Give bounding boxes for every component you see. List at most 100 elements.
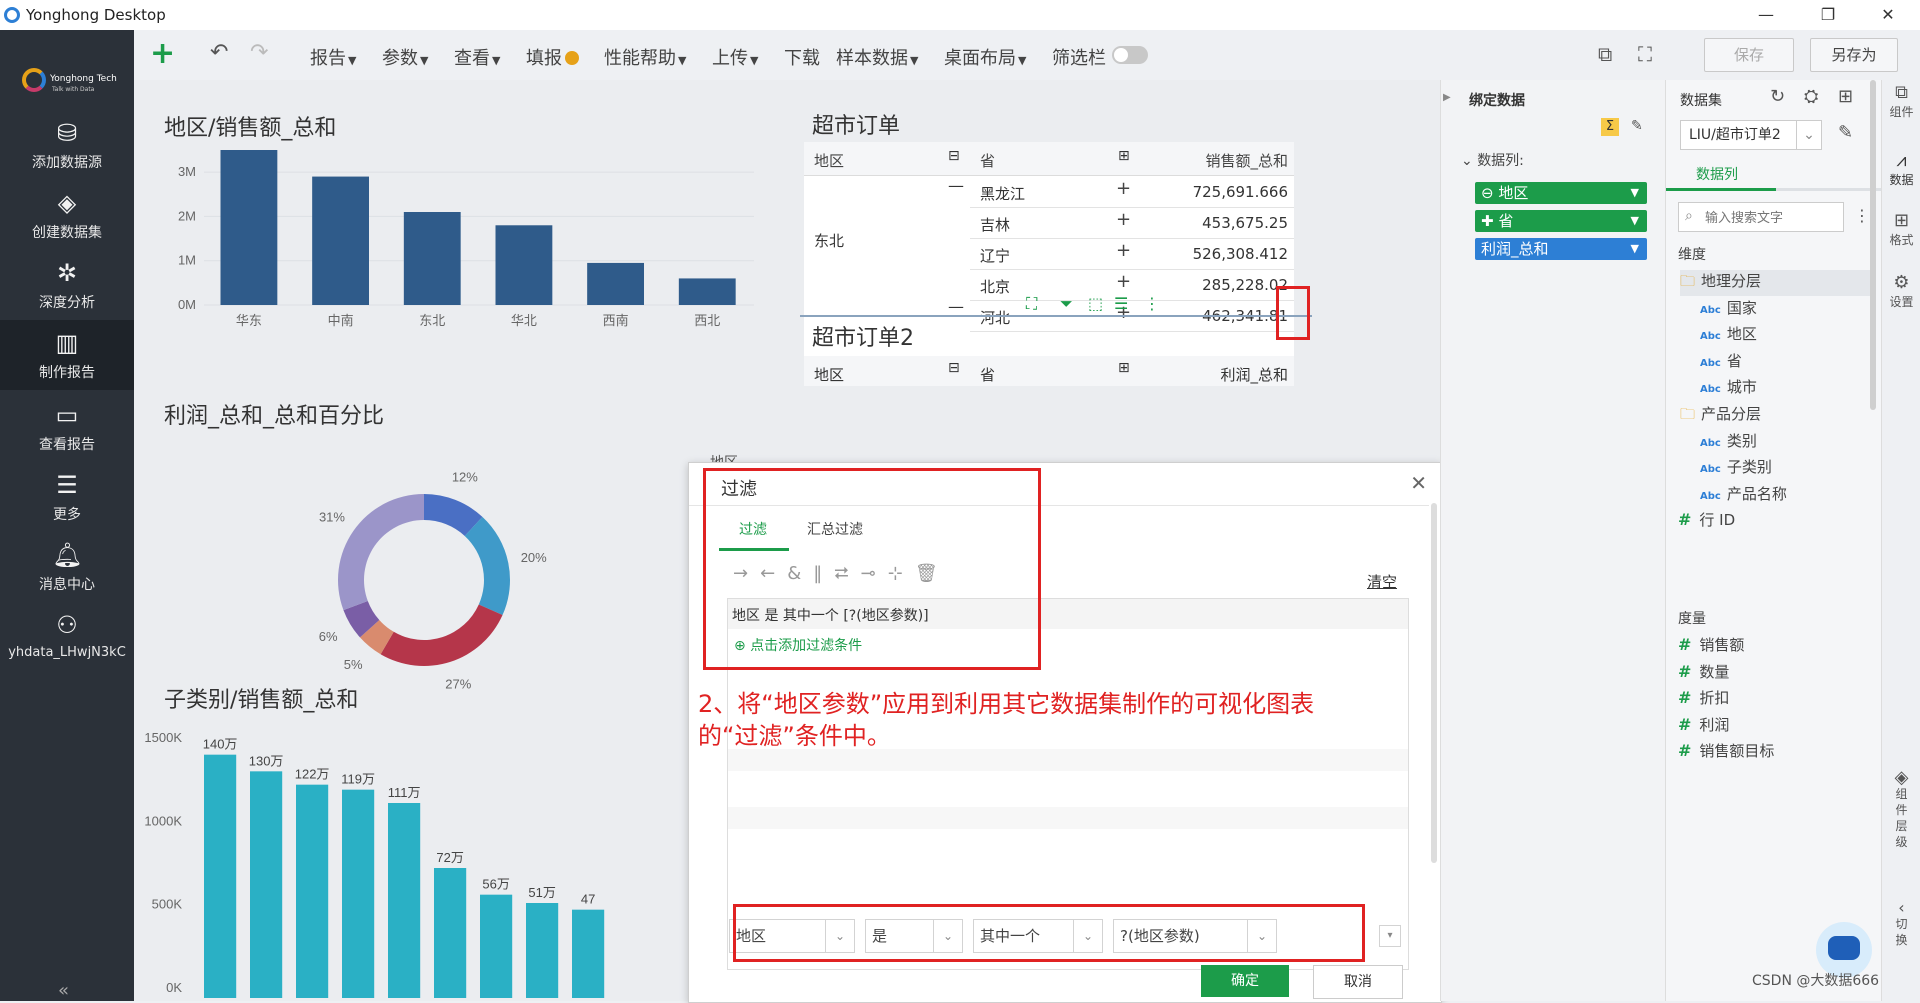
collapse-icon[interactable]: ⊟ bbox=[948, 148, 960, 164]
measure-item[interactable]: # 销售额目标 bbox=[1678, 740, 1774, 761]
expand-icon[interactable]: + bbox=[1116, 209, 1131, 230]
dimension-item[interactable]: Abc 省 bbox=[1700, 350, 1742, 371]
add-dataset-icon[interactable]: ⊞ bbox=[1838, 86, 1853, 107]
nav-add-datasource[interactable]: ⛁ 添加数据源 bbox=[0, 110, 134, 176]
fullscreen-icon[interactable]: ⛶ bbox=[1638, 42, 1652, 66]
bar[interactable] bbox=[388, 803, 421, 998]
component-layers-button[interactable]: ◈ 组件层级 bbox=[1882, 769, 1920, 850]
menu-sample-data[interactable]: 样本数据 ▼ bbox=[836, 44, 918, 70]
bar[interactable] bbox=[312, 176, 369, 305]
expand-icon[interactable]: + bbox=[1116, 240, 1131, 261]
table-header-cell[interactable]: 销售额_总和 bbox=[1140, 142, 1294, 176]
tab-data-columns[interactable]: 数据列 bbox=[1696, 164, 1738, 184]
minus-icon[interactable]: — bbox=[948, 176, 964, 195]
donut-slice[interactable] bbox=[464, 516, 510, 616]
bar[interactable] bbox=[220, 150, 278, 305]
filter-icon[interactable]: ⏷ bbox=[1060, 294, 1073, 314]
cancel-button[interactable]: 取消 bbox=[1313, 965, 1403, 999]
menu-view[interactable]: 查看 ▼ bbox=[454, 44, 500, 70]
table-row[interactable]: 吉林 + 453,675.25 bbox=[970, 207, 1294, 239]
dimension-item[interactable]: Abc 产品名称 bbox=[1700, 483, 1787, 504]
sigma-icon[interactable]: Σ bbox=[1601, 118, 1619, 136]
menu-upload[interactable]: 上传 ▼ bbox=[712, 44, 758, 70]
list-icon[interactable]: ☰ bbox=[1114, 294, 1128, 313]
bar[interactable] bbox=[296, 784, 329, 998]
save-button[interactable]: 保存 bbox=[1704, 38, 1794, 72]
bar[interactable] bbox=[250, 771, 283, 998]
bar[interactable] bbox=[403, 212, 461, 305]
more-options-icon[interactable]: ▾ bbox=[1379, 925, 1401, 947]
table-header-cell[interactable]: 省 bbox=[980, 364, 995, 385]
scrollbar[interactable] bbox=[1870, 80, 1876, 410]
dataset-select[interactable]: LIU/超市订单2 ⌄ bbox=[1680, 120, 1822, 150]
refresh-icon[interactable]: ↻ bbox=[1770, 86, 1785, 107]
menu-params[interactable]: 参数 ▼ bbox=[382, 44, 428, 70]
nav-view-report[interactable]: ▭ 查看报告 bbox=[0, 392, 134, 458]
bound-field-pill[interactable]: ⊖ 地区 ▼ bbox=[1475, 182, 1647, 204]
bar[interactable] bbox=[678, 278, 736, 305]
maximize-button[interactable]: ❐ bbox=[1808, 3, 1848, 27]
minus-icon[interactable]: — bbox=[948, 297, 964, 316]
nav-user[interactable]: ⚇ yhdata_LHwjN3kC bbox=[0, 602, 134, 668]
table-header-cell[interactable]: 地区 bbox=[814, 364, 844, 385]
expand-panel-icon[interactable]: ▶ bbox=[1443, 92, 1451, 103]
menu-desktop-layout[interactable]: 桌面布局 ▼ bbox=[944, 44, 1026, 70]
menu-download[interactable]: 下载 bbox=[784, 44, 820, 70]
expand-icon[interactable]: ⊞ bbox=[1118, 148, 1130, 164]
dimension-item[interactable]: Abc 国家 bbox=[1700, 297, 1757, 318]
data-button[interactable]: ⩘ 数据 bbox=[1882, 150, 1920, 200]
fullscreen-icon[interactable]: ⛶ bbox=[1026, 294, 1037, 314]
dimension-item[interactable]: 🗀 地理分层 bbox=[1680, 270, 1870, 296]
donut-slice[interactable] bbox=[380, 604, 503, 666]
bar[interactable] bbox=[204, 754, 237, 998]
table-header-cell[interactable]: 利润_总和 bbox=[1220, 364, 1288, 385]
bar[interactable] bbox=[587, 262, 644, 305]
subcategory-sales-bar-chart[interactable]: 1500K 1000K 500K 0K 140万 130万 122万 119万 111万 72万 5… bbox=[144, 708, 704, 1001]
component-button[interactable]: ⧉ 组件 bbox=[1882, 80, 1920, 130]
nav-deep-analysis[interactable]: ✲ 深度分析 bbox=[0, 250, 134, 316]
expand-icon[interactable]: + bbox=[1116, 178, 1131, 199]
bound-field-pill[interactable]: 利润_总和 ▼ bbox=[1475, 238, 1647, 260]
more-icon[interactable]: ⋮ bbox=[1144, 294, 1160, 313]
nav-more[interactable]: ☰ 更多 bbox=[0, 462, 134, 528]
nav-make-report[interactable]: ▥ 制作报告 bbox=[0, 320, 134, 390]
menu-filter-bar[interactable]: 筛选栏 bbox=[1052, 44, 1106, 70]
table-header-cell[interactable]: 地区 bbox=[804, 142, 970, 176]
menu-performance-help[interactable]: 性能帮助 ▼ bbox=[604, 44, 686, 70]
dimension-item[interactable]: Abc 类别 bbox=[1700, 430, 1757, 451]
save-as-button[interactable]: 另存为 bbox=[1810, 38, 1898, 72]
expand-icon[interactable]: + bbox=[1116, 271, 1131, 292]
nav-create-dataset[interactable]: ◈ 创建数据集 bbox=[0, 180, 134, 246]
measure-item[interactable]: # 销售额 bbox=[1678, 634, 1744, 655]
menu-fill[interactable]: 填报 bbox=[526, 44, 579, 70]
add-icon[interactable]: + bbox=[150, 36, 175, 71]
dimension-item[interactable]: # 行 ID bbox=[1678, 509, 1735, 530]
menu-report[interactable]: 报告 ▼ bbox=[310, 44, 356, 70]
table-row[interactable]: 黑龙江 + 725,691.666 bbox=[970, 176, 1294, 208]
undo-icon[interactable]: ↶ bbox=[210, 40, 228, 65]
preview-icon[interactable]: ⧉ bbox=[1598, 42, 1612, 66]
nav-messages[interactable]: 🔔︎ 消息中心 bbox=[0, 532, 134, 598]
field-search-box[interactable]: ⌕ bbox=[1678, 202, 1844, 232]
bar[interactable] bbox=[526, 903, 559, 998]
scrollbar[interactable] bbox=[1431, 503, 1437, 863]
dataset-settings-icon[interactable]: ⛭ bbox=[1804, 86, 1818, 107]
dimension-item[interactable]: 🗀 产品分层 bbox=[1680, 403, 1761, 429]
expand-icon[interactable]: ⊞ bbox=[1118, 360, 1130, 376]
dimension-item[interactable]: Abc 城市 bbox=[1700, 376, 1757, 397]
format-button[interactable]: ⊞ 格式 bbox=[1882, 210, 1920, 260]
filter-bar-toggle[interactable] bbox=[1112, 46, 1148, 64]
dimension-item[interactable]: Abc 子类别 bbox=[1700, 456, 1772, 477]
close-icon[interactable]: ✕ bbox=[1410, 471, 1427, 495]
bar[interactable] bbox=[572, 909, 605, 998]
table-header-cell[interactable]: 省 bbox=[970, 142, 1140, 176]
close-window-button[interactable]: ✕ bbox=[1868, 3, 1908, 27]
search-input[interactable] bbox=[1703, 206, 1837, 228]
bar[interactable] bbox=[495, 225, 553, 305]
profit-table[interactable]: 地区 ⊟ 省 ⊞ 利润_总和 bbox=[804, 356, 1294, 386]
measure-item[interactable]: # 数量 bbox=[1678, 661, 1729, 682]
bar[interactable] bbox=[342, 789, 375, 998]
collapse-nav-button[interactable]: « bbox=[58, 980, 69, 1001]
dimension-item[interactable]: Abc 地区 bbox=[1700, 323, 1757, 344]
table-row[interactable]: 辽宁 + 526,308.412 bbox=[970, 238, 1294, 270]
